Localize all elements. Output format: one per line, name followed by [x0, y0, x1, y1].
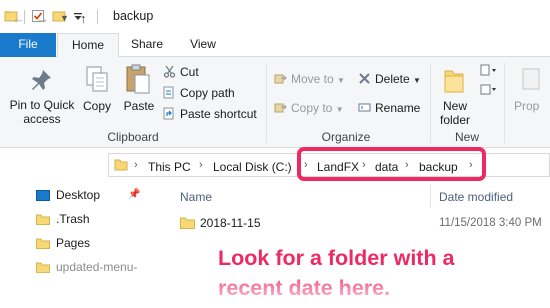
copy-to-button[interactable]: Copy to ▼ — [274, 100, 344, 116]
organize-group-label: Organize — [321, 130, 371, 144]
chevron-down-icon: ▼ — [337, 76, 345, 85]
nav-item-label: .Trash — [56, 212, 90, 226]
delete-label: Delete — [375, 72, 410, 86]
ribbon-home: Pin to Quick access Copy Paste Cut Copy … — [0, 57, 550, 148]
back-arrow-icon[interactable]: ← — [12, 11, 25, 26]
breadcrumb-separator-icon: › — [134, 159, 138, 171]
folder-icon — [36, 262, 50, 273]
window-title: backup — [113, 9, 154, 23]
pin-icon — [32, 70, 51, 90]
nav-item-label: Desktop — [56, 188, 101, 202]
nav-item-label: updated-menu- — [56, 260, 138, 274]
properties-button[interactable]: Prop — [514, 99, 550, 113]
nav-item-label: Pages — [56, 236, 91, 250]
folder-icon — [114, 159, 128, 171]
chevron-down-icon: ▼ — [413, 76, 421, 85]
copy-path-icon — [163, 86, 174, 99]
copy-button[interactable]: Copy — [79, 99, 115, 113]
copy-to-icon — [274, 103, 287, 113]
copy-to-label: Copy to — [291, 101, 333, 115]
new-folder-icon — [444, 70, 464, 93]
pin-icon[interactable]: 📌 — [128, 189, 140, 200]
group-separator — [266, 63, 267, 143]
path-highlight-box — [297, 147, 486, 181]
paste-icon — [126, 64, 150, 94]
paste-shortcut-icon — [163, 107, 174, 120]
file-row-date: 11/15/2018 3:40 PM — [439, 217, 542, 229]
file-row-name: 2018-11-15 — [200, 216, 261, 230]
move-to-icon — [274, 74, 287, 84]
tab-view[interactable]: View — [176, 33, 230, 57]
paste-shortcut-label: Paste shortcut — [180, 107, 257, 121]
move-to-button[interactable]: Move to ▼ — [274, 71, 345, 87]
tab-share[interactable]: Share — [120, 33, 174, 57]
cut-button[interactable]: Cut — [163, 64, 199, 80]
move-to-label: Move to — [291, 72, 334, 86]
annotation-callout: Look for a folder with a recent date her… — [218, 246, 455, 300]
breadcrumb-this-pc[interactable]: This PC — [148, 160, 191, 174]
desktop-icon — [36, 190, 50, 201]
copy-path-label: Copy path — [180, 86, 235, 100]
delete-x-icon — [359, 73, 370, 84]
folder-icon — [36, 214, 50, 225]
forward-arrow-icon[interactable]: → — [36, 11, 49, 26]
tab-home[interactable]: Home — [57, 33, 119, 58]
easy-access-icon[interactable] — [480, 83, 498, 97]
column-divider — [430, 184, 431, 208]
new-item-icon[interactable] — [480, 64, 498, 78]
scissors-icon — [163, 65, 176, 78]
delete-button[interactable]: Delete ▼ — [358, 71, 421, 87]
pin-to-quick-access-button[interactable]: Pin to Quick access — [4, 98, 80, 126]
paste-button[interactable]: Paste — [119, 99, 159, 113]
chevron-down-icon: ▼ — [335, 105, 344, 114]
properties-icon — [522, 68, 540, 90]
clipboard-group-label: Clipboard — [107, 130, 159, 144]
rename-icon — [358, 103, 371, 112]
copy-icon — [86, 66, 108, 92]
group-separator — [504, 63, 505, 143]
breadcrumb-separator-icon: › — [199, 159, 203, 171]
group-separator — [430, 63, 431, 143]
ribbon-tabs: File Home Share View — [0, 33, 550, 58]
paste-shortcut-button[interactable]: Paste shortcut — [163, 106, 257, 122]
breadcrumb-local-disk[interactable]: Local Disk (C:) — [213, 160, 292, 174]
folder-icon — [36, 238, 50, 249]
tab-file[interactable]: File — [0, 33, 56, 57]
title-separator — [97, 10, 98, 24]
new-folder-button[interactable]: New folder — [434, 99, 476, 127]
cut-label: Cut — [180, 65, 199, 79]
folder-icon — [180, 217, 195, 229]
new-group-label: New — [454, 130, 479, 144]
recent-locations-chevron-icon[interactable]: ▼ — [60, 13, 69, 23]
column-header-date-modified[interactable]: Date modified — [439, 190, 513, 204]
copy-path-button[interactable]: Copy path — [163, 85, 235, 101]
rename-button[interactable]: Rename — [358, 100, 420, 116]
rename-label: Rename — [375, 101, 421, 115]
column-header-name[interactable]: Name — [180, 190, 212, 204]
up-arrow-icon[interactable]: ↑ — [80, 11, 87, 26]
